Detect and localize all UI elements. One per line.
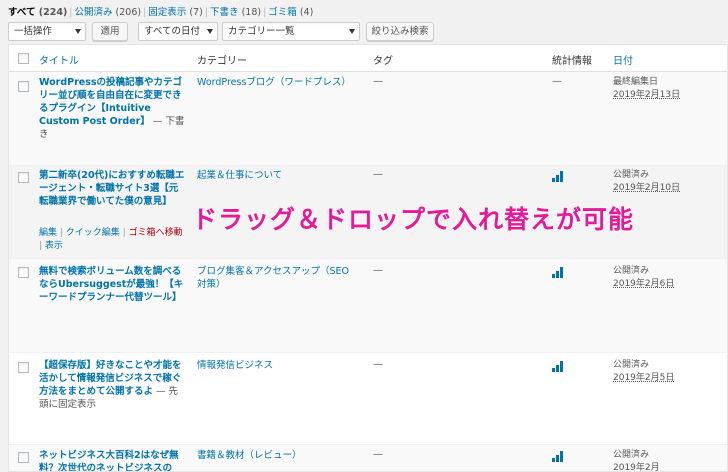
row-checkbox[interactable] bbox=[18, 452, 29, 463]
post-date: 公開済み 2019年2月10日 bbox=[613, 170, 681, 193]
post-title-link[interactable]: WordPressの投稿記事やカテゴリー並び順を自由自在に変更できるプラグイン【… bbox=[39, 76, 187, 141]
column-date[interactable]: 日付 bbox=[613, 52, 633, 67]
post-title-link[interactable]: 無料で検索ボリューム数を調べるならUbersuggestが最強！【キーワードプラ… bbox=[39, 265, 187, 304]
column-tags: タグ bbox=[373, 56, 393, 67]
filter-button[interactable]: 絞り込み検索 bbox=[366, 22, 434, 41]
bar-chart-icon[interactable] bbox=[552, 171, 566, 182]
post-tags: — bbox=[373, 169, 383, 180]
view-link[interactable]: 表示 bbox=[45, 241, 63, 251]
column-title[interactable]: タイトル bbox=[39, 52, 79, 67]
category-filter-value: カテゴリー一覧 bbox=[228, 26, 295, 37]
row-checkbox[interactable] bbox=[18, 81, 29, 92]
view-draft-link[interactable]: 下書き (18) bbox=[210, 7, 261, 18]
bar-chart-icon[interactable] bbox=[552, 451, 566, 462]
post-date: 公開済み 2019年2月 bbox=[613, 450, 660, 472]
drag-drop-annotation: ドラッグ＆ドロップで入れ替えが可能 bbox=[192, 205, 635, 234]
apply-button[interactable]: 適用 bbox=[92, 22, 128, 41]
table-row: WordPressの投稿記事やカテゴリー並び順を自由自在に変更できるプラグイン【… bbox=[9, 72, 727, 166]
post-category-link[interactable]: 情報発信ビジネス bbox=[197, 359, 357, 372]
chevron-down-icon bbox=[207, 29, 213, 34]
view-published-link[interactable]: 公開済み (206) bbox=[75, 7, 142, 18]
column-categories: カテゴリー bbox=[197, 56, 247, 67]
post-tags: — bbox=[373, 76, 383, 87]
row-checkbox[interactable] bbox=[18, 172, 29, 183]
table-row: 【超保存版】好きなことや才能を活かして情報発信ビジネスで稼ぐ方法をまとめて公開す… bbox=[9, 353, 727, 445]
bar-chart-icon[interactable] bbox=[552, 267, 566, 278]
category-filter-select[interactable]: カテゴリー一覧 bbox=[222, 22, 360, 41]
bar-chart-icon[interactable] bbox=[552, 361, 566, 372]
post-status-filter: すべて (224) | 公開済み (206) | 固定表示 (7) | 下書き (18) | ゴ… bbox=[8, 7, 314, 18]
view-all-link[interactable]: すべて (224) bbox=[8, 7, 67, 18]
edit-link[interactable]: 編集 bbox=[39, 228, 57, 238]
post-stats: — bbox=[552, 76, 562, 87]
row-actions: 編集 | クイック編集 | ゴミ箱へ移動 | 表示 bbox=[39, 228, 183, 251]
trash-link[interactable]: ゴミ箱へ移動 bbox=[129, 228, 183, 238]
post-tags: — bbox=[373, 449, 383, 460]
bulk-action-value: 一括操作 bbox=[14, 26, 53, 37]
posts-table: タイトル カテゴリー タグ 統計情報 日付 WordPressの投稿記事やカテゴ… bbox=[8, 44, 728, 472]
row-checkbox[interactable] bbox=[18, 362, 29, 373]
chevron-down-icon bbox=[75, 29, 81, 34]
post-title-link[interactable]: ネットビジネス大百科2はなぜ無料？次世代のネットビジネスの bbox=[39, 449, 187, 471]
table-header: タイトル カテゴリー タグ 統計情報 日付 bbox=[9, 45, 727, 72]
post-category-link[interactable]: ブログ集客＆アクセスアップ（SEO対策） bbox=[197, 265, 357, 291]
chevron-down-icon bbox=[349, 29, 355, 34]
post-title-link[interactable]: 第二新卒(20代)におすすめ転職エージェント・転職サイト3選【元転職業界で働いて… bbox=[39, 169, 187, 208]
view-trash-link[interactable]: ゴミ箱 (4) bbox=[268, 7, 313, 18]
row-checkbox[interactable] bbox=[18, 267, 29, 278]
table-row: 無料で検索ボリューム数を調べるならUbersuggestが最強！【キーワードプラ… bbox=[9, 259, 727, 353]
post-date: 最終編集日 2019年2月13日 bbox=[613, 77, 681, 100]
post-category-link[interactable]: 起業＆仕事について bbox=[197, 169, 357, 182]
select-all-checkbox[interactable] bbox=[18, 53, 29, 64]
date-filter-value: すべての日付 bbox=[144, 26, 200, 37]
post-category-link[interactable]: WordPressブログ（ワードプレス） bbox=[197, 76, 357, 89]
quick-edit-link[interactable]: クイック編集 bbox=[66, 228, 120, 238]
view-sticky-link[interactable]: 固定表示 (7) bbox=[148, 7, 203, 18]
post-title-link[interactable]: 【超保存版】好きなことや才能を活かして情報発信ビジネスで稼ぐ方法をまとめて公開す… bbox=[39, 359, 187, 411]
post-tags: — bbox=[373, 359, 383, 370]
post-date: 公開済み 2019年2月5日 bbox=[613, 360, 675, 383]
post-tags: — bbox=[373, 265, 383, 276]
column-stats: 統計情報 bbox=[552, 56, 592, 67]
bulk-action-select[interactable]: 一括操作 bbox=[8, 22, 86, 41]
date-filter-select[interactable]: すべての日付 bbox=[138, 22, 218, 41]
post-date: 公開済み 2019年2月6日 bbox=[613, 266, 675, 289]
table-row: ネットビジネス大百科2はなぜ無料？次世代のネットビジネスの 書籍＆教材（レビュー… bbox=[9, 445, 727, 472]
post-category-link[interactable]: 書籍＆教材（レビュー） bbox=[197, 449, 357, 462]
